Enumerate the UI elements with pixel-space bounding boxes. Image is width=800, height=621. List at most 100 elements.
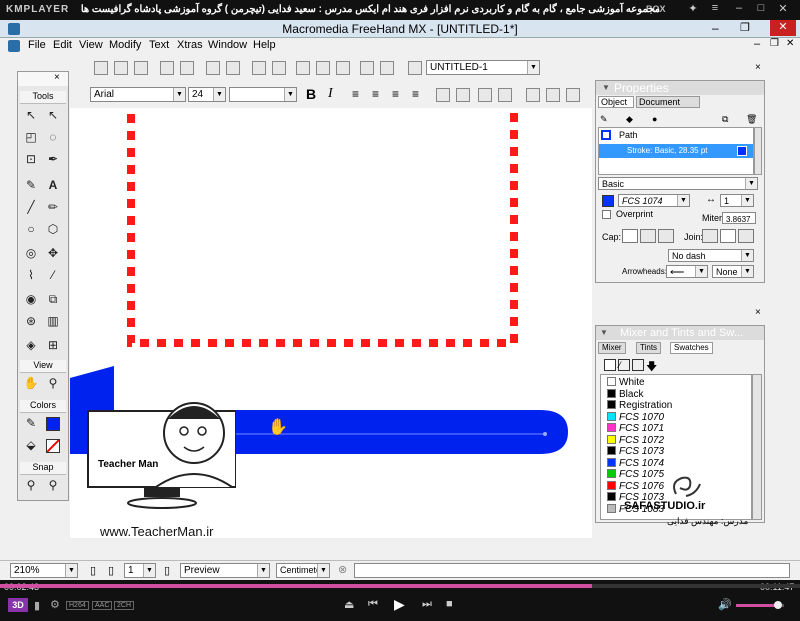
overprint-checkbox[interactable]	[602, 210, 611, 219]
swatch-item[interactable]: Black	[607, 388, 757, 400]
fill-color-icon[interactable]: ⬙	[22, 436, 40, 454]
italic-icon[interactable]: I	[328, 86, 333, 102]
cap-square-icon[interactable]	[658, 229, 674, 243]
menu-edit[interactable]: Edit	[53, 39, 72, 51]
chevron-down-icon[interactable]: ▼	[527, 61, 539, 74]
brush-icon[interactable]: ⁄	[44, 266, 62, 284]
collapse-icon[interactable]: ▼	[602, 83, 610, 92]
chevron-down-icon[interactable]: ▼	[173, 88, 185, 101]
spiral-icon[interactable]: ◎	[22, 244, 40, 262]
page-icon[interactable]: ▯	[164, 564, 170, 577]
chevron-down-icon[interactable]: ▼	[741, 250, 753, 261]
menu-file[interactable]: File	[28, 39, 46, 51]
new-icon[interactable]	[94, 61, 108, 75]
color-swatch[interactable]	[602, 195, 614, 207]
tools-panel-grip[interactable]	[18, 72, 68, 86]
close-icon[interactable]: ×	[755, 62, 761, 73]
pointer-icon[interactable]: ↖	[22, 106, 40, 124]
cap-butt-icon[interactable]	[622, 229, 638, 243]
volume-icon[interactable]: 🔊	[718, 598, 732, 611]
chevron-down-icon[interactable]: ▼	[745, 178, 757, 189]
text-path-icon[interactable]	[456, 88, 470, 102]
mixer-header[interactable]: ▼ Mixer and Tints and Sw...	[596, 326, 764, 340]
text-icon[interactable]: A	[44, 176, 62, 194]
restore-icon[interactable]: ❐	[740, 21, 750, 34]
join-miter-icon[interactable]	[702, 229, 718, 243]
ellipse-icon[interactable]: ○	[22, 220, 40, 238]
stroke-icon[interactable]: ⁄	[618, 359, 630, 371]
doc-close-icon[interactable]: ✕	[786, 38, 794, 49]
group-icon[interactable]	[252, 61, 266, 75]
chevron-down-icon[interactable]: ▼	[284, 88, 296, 101]
link-icon[interactable]: ◈	[22, 336, 40, 354]
minimize-icon[interactable]: –	[730, 2, 748, 18]
import-icon[interactable]	[160, 61, 174, 75]
menu-window[interactable]: Window	[208, 39, 247, 51]
tab-object[interactable]: Object	[598, 96, 634, 108]
knife-icon[interactable]: ⌇	[22, 266, 40, 284]
stroke-color-icon[interactable]: ✎	[22, 414, 40, 432]
effect-icon[interactable]: ●	[652, 114, 666, 124]
hand-icon[interactable]: ✋	[22, 374, 40, 392]
style-select[interactable]: ▼	[229, 87, 297, 102]
convert-outline-icon[interactable]	[498, 88, 512, 102]
menu-help[interactable]: Help	[253, 39, 276, 51]
document-icon[interactable]	[8, 40, 20, 52]
menu-text[interactable]: Text	[149, 39, 169, 51]
swatch-item[interactable]: FCS 1072	[607, 434, 757, 446]
tab-mixer[interactable]: Mixer	[598, 342, 626, 354]
eject-icon[interactable]: ⏏	[344, 598, 354, 611]
chevron-down-icon[interactable]: ▼	[317, 564, 329, 577]
doc-restore-icon[interactable]: ❐	[770, 38, 779, 49]
join-round-icon[interactable]	[720, 229, 736, 243]
prev-page-icon[interactable]: ▯	[90, 564, 96, 577]
unlock-icon[interactable]	[226, 61, 240, 75]
chevron-down-icon[interactable]: ▼	[677, 195, 689, 206]
close-icon[interactable]: ×	[755, 307, 761, 318]
trash-icon[interactable]: 🗑	[746, 114, 760, 126]
stroke-color-swatch[interactable]	[46, 417, 60, 431]
chevron-down-icon[interactable]: ▼	[695, 266, 707, 277]
transform-icon[interactable]: ✥	[44, 244, 62, 262]
volume-handle[interactable]	[774, 601, 782, 609]
graph-icon[interactable]: ▥	[44, 312, 62, 330]
swatch-item[interactable]: FCS 1073	[607, 446, 757, 457]
close-icon[interactable]: ×	[54, 72, 60, 83]
snap-to-grid-icon[interactable]: ⚲	[44, 476, 62, 494]
subselect-icon[interactable]: ↖	[44, 106, 62, 124]
lock-icon[interactable]	[206, 61, 220, 75]
document-select-icon[interactable]	[408, 61, 422, 75]
lasso-icon[interactable]: ◌	[44, 128, 62, 146]
miter-input[interactable]: 3.8637	[722, 212, 756, 224]
pencil-icon[interactable]: ✎	[600, 114, 614, 124]
pencil-icon[interactable]: ✏	[44, 198, 62, 216]
menu-modify[interactable]: Modify	[109, 39, 141, 51]
stop-icon[interactable]: ■	[446, 598, 453, 610]
crop-icon[interactable]: ⊡	[22, 150, 40, 168]
justify-icon[interactable]: ≡	[412, 87, 419, 101]
swatch-icon[interactable]	[336, 61, 350, 75]
color-select[interactable]: FCS 1074 ▼	[618, 194, 690, 207]
fill-none-swatch[interactable]	[46, 439, 60, 453]
properties-header[interactable]: ▼ Properties	[596, 81, 764, 95]
swatch-item[interactable]: Registration	[607, 400, 757, 411]
tab-swatches[interactable]: Swatches	[670, 342, 713, 354]
eyedropper-icon[interactable]: ✒	[44, 150, 62, 168]
zoom-select[interactable]: 210% ▼	[10, 563, 78, 578]
pen-icon[interactable]: ✎	[22, 176, 40, 194]
zoom-icon[interactable]: ⚲	[44, 374, 62, 392]
join-bevel-icon[interactable]	[738, 229, 754, 243]
trace-icon[interactable]: ⊛	[22, 312, 40, 330]
cap-round-icon[interactable]	[640, 229, 656, 243]
menu-view[interactable]: View	[79, 39, 103, 51]
swatch-item[interactable]: FCS 1071	[607, 423, 757, 434]
chevron-down-icon[interactable]: ▼	[143, 564, 155, 577]
maximize-icon[interactable]: □	[752, 2, 770, 18]
settings-icon[interactable]: ⚙	[50, 598, 60, 611]
fill-stroke-icon[interactable]	[604, 359, 616, 371]
page-select[interactable]: 1 ▼	[124, 563, 156, 578]
stroke-row[interactable]: Stroke: Basic, 28.35 pt	[599, 144, 753, 158]
export-icon[interactable]	[180, 61, 194, 75]
fill-icon[interactable]	[632, 359, 644, 371]
playlist-icon[interactable]: ▮	[34, 599, 40, 612]
